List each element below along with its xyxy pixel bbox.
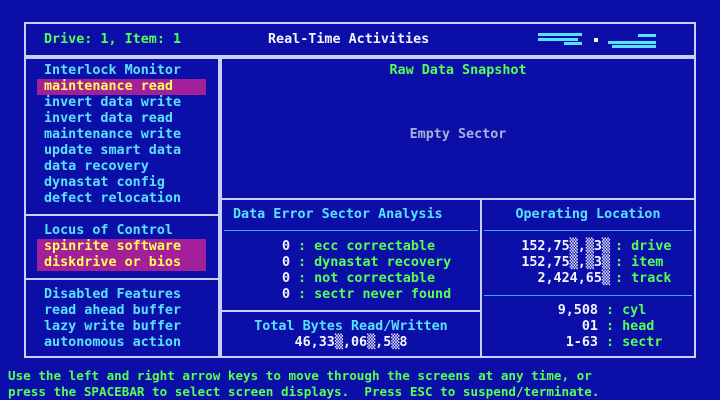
location-label-track: : track: [615, 271, 672, 286]
interlock-item-defect-relocation[interactable]: defect relocation: [44, 191, 181, 207]
location-value-item: 152,75▒,▒3▒: [521, 255, 610, 270]
error-count-ecc: 0: [281, 239, 290, 254]
geometry-label-sectr: : sectr: [606, 335, 663, 350]
geometry-value-sectr: 1-63: [565, 335, 598, 350]
disabled-item-read-ahead-buffer[interactable]: read ahead buffer: [44, 303, 181, 319]
geometry-value-cyl: 9,508: [557, 303, 598, 318]
location-divider: [484, 295, 692, 296]
total-bytes-value: 46,33▒,06▒,5▒8: [294, 335, 408, 350]
interlock-item-maintenance-write[interactable]: maintenance write: [44, 127, 181, 143]
error-analysis-underline: [224, 230, 478, 231]
error-count-dynastat: 0: [281, 255, 290, 270]
geometry-value-head: 01: [581, 319, 598, 334]
interlock-item-maintenance-read[interactable]: maintenance read: [44, 79, 173, 95]
left-divider-2: [24, 278, 220, 280]
snapshot-status: Empty Sector: [409, 127, 507, 142]
error-label-dynastat: : dynastat recovery: [298, 255, 452, 270]
error-label-never-found: : sectr never found: [298, 287, 452, 302]
activity-meter-icon: [538, 33, 656, 48]
interlock-item-update-smart-data[interactable]: update smart data: [44, 143, 181, 159]
error-count-never-found: 0: [281, 287, 290, 302]
total-bytes-heading: Total Bytes Read/Written: [254, 319, 448, 334]
location-label-drive: : drive: [615, 239, 672, 254]
geometry-label-head: : head: [606, 319, 655, 334]
snapshot-heading: Raw Data Snapshot: [389, 63, 527, 78]
disabled-item-autonomous-action[interactable]: autonomous action: [44, 335, 181, 351]
spinrite-screen: Drive: 1, Item: 1 Real-Time Activities I…: [0, 0, 720, 400]
error-label-not-correctable: : not correctable: [298, 271, 436, 286]
interlock-item-invert-data-write[interactable]: invert data write: [44, 95, 181, 111]
disabled-heading: Disabled Features: [44, 287, 182, 302]
footer-instructions-line-2: press the SPACEBAR to select screen disp…: [8, 384, 600, 399]
left-divider-1: [24, 214, 220, 216]
page-title: Real-Time Activities: [268, 32, 430, 47]
disabled-item-lazy-write-buffer[interactable]: lazy write buffer: [44, 319, 181, 335]
locus-item-diskdrive-or-bios[interactable]: diskdrive or bios: [44, 255, 181, 271]
location-underline: [484, 230, 692, 231]
interlock-heading: Interlock Monitor: [44, 63, 182, 78]
footer-instructions-line-1: Use the left and right arrow keys to mov…: [8, 368, 592, 383]
error-label-ecc: : ecc correctable: [298, 239, 436, 254]
locus-item-spinrite-software[interactable]: spinrite software: [44, 239, 181, 255]
interlock-item-data-recovery[interactable]: data recovery: [44, 159, 149, 175]
drive-item-label: Drive: 1, Item: 1: [44, 32, 182, 47]
interlock-item-dynastat-config[interactable]: dynastat config: [44, 175, 165, 191]
interlock-item-invert-data-read[interactable]: invert data read: [44, 111, 173, 127]
location-value-drive: 152,75▒,▒3▒: [521, 239, 610, 254]
locus-heading: Locus of Control: [44, 223, 173, 238]
geometry-label-cyl: : cyl: [606, 303, 647, 318]
error-analysis-heading: Data Error Sector Analysis: [233, 207, 443, 222]
location-label-item: : item: [615, 255, 664, 270]
location-value-track: 2,424,65▒: [537, 271, 610, 286]
location-heading: Operating Location: [515, 207, 661, 222]
error-count-not-correctable: 0: [281, 271, 290, 286]
